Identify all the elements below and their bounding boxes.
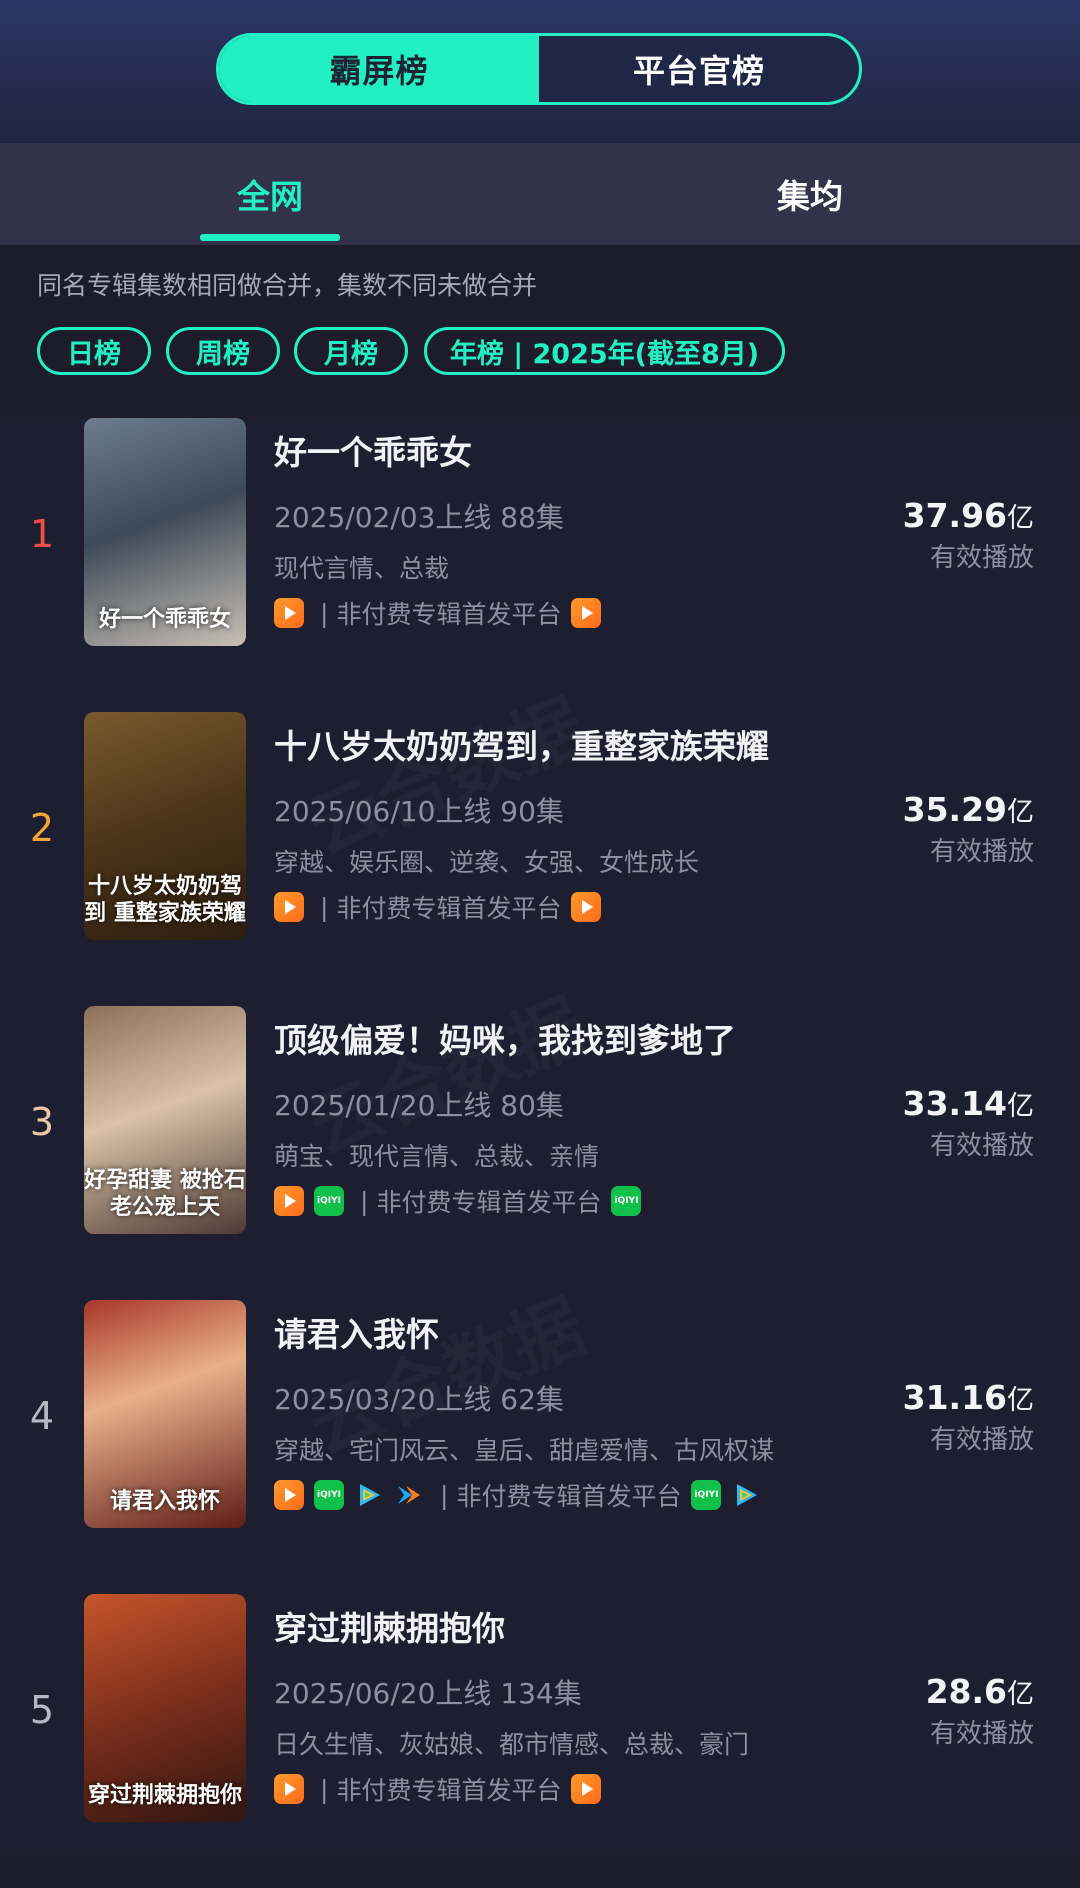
mango-tv-icon: [571, 598, 602, 628]
iqiyi-icon: iQIYI: [314, 1186, 344, 1216]
youku-icon: [394, 1480, 424, 1510]
genre-tags: 穿越、娱乐圈、逆袭、女强、女性成长: [274, 848, 700, 877]
play-count: 35.29亿有效播放: [903, 790, 1034, 868]
filter-daily[interactable]: 日榜: [37, 327, 151, 375]
iqiyi-icon: iQIYI: [611, 1186, 642, 1216]
tencent-video-icon: [354, 1480, 384, 1510]
rank-number: 5: [29, 1688, 55, 1732]
poster-image[interactable]: 好孕甜妻 被抢石老公宠上天: [84, 1006, 246, 1234]
play-count-label: 有效播放: [929, 1719, 1034, 1749]
list-item[interactable]: 4 请君入我怀 请君入我怀 2025/03/20上线 62集 穿越、宅门风云、皇后、甜虐…: [0, 1300, 1080, 1594]
poster-title-art: 好孕甜妻 被抢石老公宠上天: [84, 1167, 246, 1220]
play-count-unit: 亿: [1007, 797, 1034, 828]
list-item[interactable]: 3 好孕甜妻 被抢石老公宠上天 顶级偏爱！妈咪，我找到爹地了 2025/01/20上线…: [0, 1006, 1080, 1300]
platform-row: | 非付费专辑首发平台: [274, 890, 611, 924]
platform-row: | 非付费专辑首发平台: [274, 1772, 611, 1806]
active-tab-indicator: [200, 234, 340, 241]
genre-tags: 萌宝、现代言情、总裁、亲情: [274, 1142, 600, 1171]
tencent-video-icon: [731, 1480, 761, 1510]
drama-title[interactable]: 穿过荆棘拥抱你: [274, 1602, 505, 1650]
poster-image[interactable]: 请君入我怀: [84, 1300, 246, 1528]
first-release-label: 非付费专辑首发平台: [336, 1776, 562, 1805]
filter-monthly[interactable]: 月榜: [294, 327, 408, 375]
release-info: 2025/06/20上线 134集: [274, 1677, 582, 1710]
poster-title-art: 好一个乖乖女: [98, 605, 231, 632]
rank-number: 1: [29, 512, 55, 556]
play-count-value: 35.29: [902, 790, 1007, 829]
scope-tabs: 全网 集均: [0, 143, 1080, 245]
divider: |: [360, 1186, 369, 1216]
mango-tv-icon: [274, 1480, 304, 1510]
drama-title[interactable]: 顶级偏爱！妈咪，我找到爹地了: [274, 1014, 736, 1062]
rank-number: 3: [29, 1100, 55, 1144]
filter-weekly[interactable]: 周榜: [166, 327, 280, 375]
mango-tv-icon: [274, 892, 304, 922]
divider: |: [320, 598, 329, 628]
play-count-value: 33.14: [902, 1084, 1007, 1123]
mango-tv-icon: [571, 1774, 602, 1804]
play-count-unit: 亿: [1007, 1091, 1034, 1122]
merge-note: 同名专辑集数相同做合并，集数不同未做合并: [37, 271, 538, 300]
release-info: 2025/06/10上线 90集: [274, 795, 564, 828]
mango-tv-icon: [571, 892, 602, 922]
play-count: 33.14亿有效播放: [903, 1084, 1034, 1162]
list-item[interactable]: 2 十八岁太奶奶驾到 重整家族荣耀 十八岁太奶奶驾到，重整家族荣耀 2025/06/1…: [0, 712, 1080, 1006]
divider: |: [320, 1774, 329, 1804]
genre-tags: 穿越、宅门风云、皇后、甜虐爱情、古风权谋: [274, 1436, 775, 1465]
toggle-dominant-board[interactable]: 霸屏榜: [219, 36, 539, 102]
play-count: 31.16亿有效播放: [903, 1378, 1034, 1456]
play-count-unit: 亿: [1007, 1385, 1034, 1416]
tab-all-network[interactable]: 全网: [170, 143, 370, 245]
release-info: 2025/01/20上线 80集: [274, 1089, 564, 1122]
mango-tv-icon: [274, 598, 304, 628]
first-release-label: 非付费专辑首发平台: [336, 600, 562, 629]
filter-yearly[interactable]: 年榜 | 2025年(截至8月): [424, 327, 785, 375]
rank-number: 2: [29, 806, 55, 850]
mango-tv-icon: [274, 1774, 304, 1804]
poster-image[interactable]: 好一个乖乖女: [84, 418, 246, 646]
play-count-label: 有效播放: [929, 1131, 1034, 1161]
play-count-unit: 亿: [1007, 1679, 1034, 1710]
drama-title[interactable]: 请君入我怀: [274, 1308, 439, 1356]
drama-title[interactable]: 好一个乖乖女: [274, 426, 472, 474]
tab-per-episode[interactable]: 集均: [710, 143, 910, 245]
divider: |: [320, 892, 329, 922]
list-item[interactable]: 5 穿过荆棘拥抱你 穿过荆棘拥抱你 2025/06/20上线 134集 日久生情、灰姑娘…: [0, 1594, 1080, 1888]
platform-row: | 非付费专辑首发平台: [274, 596, 611, 630]
first-release-label: 非付费专辑首发平台: [456, 1482, 682, 1511]
play-count-label: 有效播放: [929, 1425, 1034, 1455]
list-item[interactable]: 1 好一个乖乖女 好一个乖乖女 2025/02/03上线 88集 现代言情、总裁 | 非付费…: [0, 418, 1080, 712]
drama-title[interactable]: 十八岁太奶奶驾到，重整家族荣耀: [274, 720, 769, 768]
poster-title-art: 十八岁太奶奶驾到 重整家族荣耀: [84, 873, 246, 926]
poster-title-art: 穿过荆棘拥抱你: [87, 1781, 242, 1808]
genre-tags: 日久生情、灰姑娘、都市情感、总裁、豪门: [274, 1730, 750, 1759]
play-count-label: 有效播放: [929, 837, 1034, 867]
first-release-label: 非付费专辑首发平台: [376, 1188, 602, 1217]
release-info: 2025/02/03上线 88集: [274, 501, 564, 534]
poster-title-art: 请君入我怀: [109, 1487, 220, 1514]
rank-number: 4: [29, 1394, 55, 1438]
poster-image[interactable]: 十八岁太奶奶驾到 重整家族荣耀: [84, 712, 246, 940]
play-count: 28.6亿有效播放: [926, 1672, 1034, 1750]
platform-row: iQIYI | 非付费专辑首发平台 iQIYI: [274, 1184, 651, 1218]
mango-tv-icon: [274, 1186, 304, 1216]
play-count-label: 有效播放: [929, 543, 1034, 573]
first-release-label: 非付费专辑首发平台: [336, 894, 562, 923]
platform-row: iQIYI | 非付费专辑首发平台 iQIYI: [274, 1478, 771, 1512]
release-info: 2025/03/20上线 62集: [274, 1383, 564, 1416]
iqiyi-icon: iQIYI: [314, 1480, 344, 1510]
genre-tags: 现代言情、总裁: [274, 554, 450, 583]
poster-image[interactable]: 穿过荆棘拥抱你: [84, 1594, 246, 1822]
play-count-value: 31.16: [902, 1378, 1007, 1417]
toggle-platform-board[interactable]: 平台官榜: [539, 36, 859, 102]
play-count-value: 28.6: [925, 1672, 1007, 1711]
iqiyi-icon: iQIYI: [691, 1480, 722, 1510]
play-count-unit: 亿: [1007, 503, 1034, 534]
board-type-toggle: 霸屏榜 平台官榜: [216, 33, 862, 105]
play-count-value: 37.96: [902, 496, 1007, 535]
play-count: 37.96亿有效播放: [903, 496, 1034, 574]
divider: |: [440, 1480, 449, 1510]
